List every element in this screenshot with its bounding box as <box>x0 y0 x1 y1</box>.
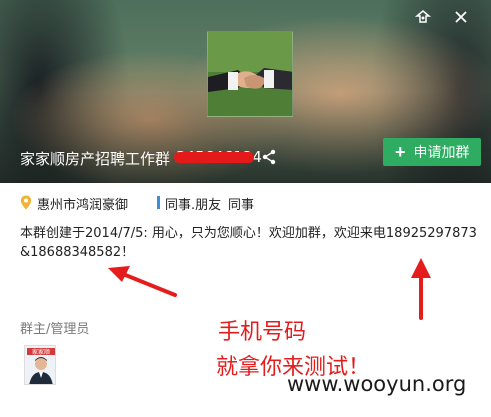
location-pin-icon <box>20 195 32 210</box>
owner-avatar[interactable]: 家家顺 <box>24 345 56 385</box>
group-name: 家家顺房产招聘工作群 <box>20 150 171 168</box>
subcategory-tag[interactable]: 同事 <box>228 194 254 213</box>
share-icon[interactable] <box>261 149 277 165</box>
join-group-button[interactable]: + 申请加群 <box>383 138 481 166</box>
group-header: 家家顺房产招聘工作群 345646124 +申请加群 <box>0 0 491 183</box>
category-tag[interactable]: 同事.朋友 <box>165 194 221 213</box>
join-group-label: 申请加群 <box>413 144 470 160</box>
group-avatar <box>207 31 293 117</box>
watermark: www.wooyun.org <box>287 372 467 396</box>
location-tag[interactable]: 惠州市鸿润豪御 <box>37 194 128 213</box>
plus-icon: + <box>395 142 406 162</box>
group-intro: 本群创建于2014/7/5: 用心，只为您顺心！欢迎加群，欢迎来电1892529… <box>20 226 477 260</box>
annotation-line-1: 手机号码 <box>218 320 307 345</box>
close-icon[interactable] <box>451 8 471 28</box>
redaction-mark <box>174 152 254 163</box>
skin-icon[interactable] <box>413 8 433 28</box>
arrow-to-intro <box>108 266 177 297</box>
admins-section-title: 群主/管理员 <box>20 322 90 337</box>
arrow-to-phone <box>411 258 431 320</box>
owner-avatar-caption: 家家顺 <box>32 348 50 356</box>
category-marker <box>157 196 160 209</box>
